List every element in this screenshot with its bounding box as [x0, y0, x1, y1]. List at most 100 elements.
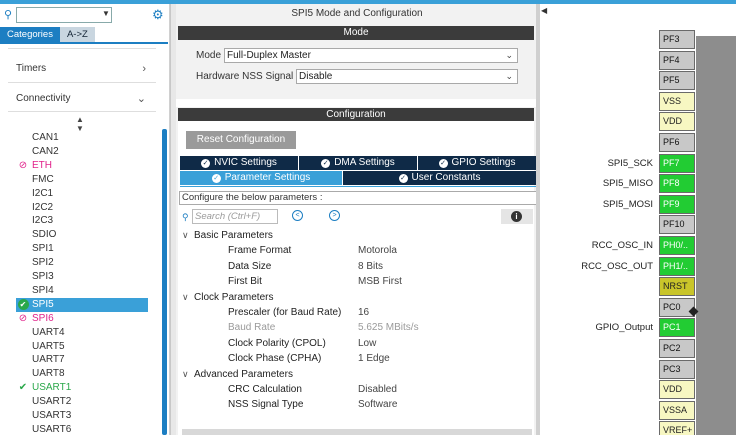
peripheral-label: SPI5 [32, 298, 54, 310]
tab-a-z[interactable]: A->Z [59, 27, 95, 42]
check-circle-icon: ✓ [438, 159, 448, 168]
category-label: Timers [16, 63, 47, 74]
tab-dma-settings[interactable]: ✓ DMA Settings [299, 156, 417, 170]
pin[interactable]: VDD [659, 112, 695, 132]
chevron-down-icon[interactable]: ∨ [182, 230, 194, 241]
parameter-value[interactable]: MSB First [358, 276, 402, 287]
peripheral-item[interactable]: UART4 [16, 326, 148, 340]
pin[interactable]: VSSA [659, 400, 695, 420]
peripheral-label: UART5 [32, 340, 65, 352]
tab-label: GPIO Settings [451, 157, 516, 168]
horizontal-scrollbar[interactable] [182, 429, 532, 435]
pin[interactable]: PF7 [659, 153, 695, 173]
tree-scrollbar[interactable] [162, 129, 167, 435]
peripheral-item[interactable]: SPI2 [16, 256, 148, 270]
peripheral-label: SPI3 [32, 271, 54, 282]
pin[interactable]: PF6 [659, 133, 695, 152]
pin[interactable]: PF10 [659, 215, 695, 235]
pin[interactable]: PF5 [659, 71, 695, 91]
tab-gpio-settings[interactable]: ✓ GPIO Settings [418, 156, 536, 170]
parameter-value[interactable]: 1 Edge [358, 353, 390, 364]
pin[interactable]: NRST [659, 277, 695, 297]
mode-select[interactable]: Full-Duplex Master ⌄ [224, 48, 518, 63]
peripheral-item[interactable]: SPI4 [16, 284, 148, 298]
parameter-group[interactable]: ∨ Advanced Parameters [182, 369, 293, 380]
parameter-search-input[interactable]: Search (Ctrl+F) [192, 209, 278, 224]
pin[interactable]: VSS [659, 91, 695, 111]
peripheral-item[interactable]: USART2 [16, 395, 148, 409]
tab-nvic-settings[interactable]: ✓ NVIC Settings [180, 156, 298, 170]
chevron-down-icon[interactable]: ∨ [182, 292, 194, 303]
peripheral-item[interactable]: CAN1 [16, 131, 148, 145]
search-icon[interactable]: ⚲ [4, 8, 16, 21]
tab-categories[interactable]: Categories [0, 27, 60, 42]
tab-user-constants[interactable]: ✓ User Constants [343, 171, 536, 185]
parameter-value[interactable]: Low [358, 338, 376, 349]
peripheral-item[interactable]: SPI1 [16, 242, 148, 256]
pin[interactable]: PC3 [659, 359, 695, 379]
nss-select[interactable]: Disable ⌄ [296, 69, 518, 84]
parameter-name: Clock Phase (CPHA) [228, 353, 322, 365]
peripheral-item[interactable]: ✔ SPI5 [16, 297, 148, 312]
gear-icon[interactable]: ⚙ [152, 7, 164, 23]
app-window: ⚲ ▼ ⚙ Categories A->Z Timers › Connectiv… [0, 0, 736, 435]
peripheral-label: SPI4 [32, 284, 54, 296]
parameter-value[interactable]: Software [358, 399, 397, 410]
pin[interactable]: VDD [659, 380, 695, 400]
peripheral-item[interactable]: I2C3 [16, 214, 148, 228]
parameter-group[interactable]: ∨ Clock Parameters [182, 292, 273, 303]
parameter-name: CRC Calculation [228, 384, 302, 395]
peripheral-item[interactable]: ⊘ ETH [16, 159, 148, 173]
pin[interactable]: PH1/.. [659, 256, 695, 276]
pin[interactable]: PF4 [659, 50, 695, 70]
pin[interactable]: PF9 [659, 194, 695, 214]
peripheral-item[interactable]: USART3 [16, 409, 148, 423]
parameter-value[interactable]: 8 Bits [358, 261, 383, 272]
parameter-value[interactable]: Motorola [358, 245, 397, 256]
next-match-icon[interactable]: > [329, 210, 340, 221]
peripheral-item[interactable]: I2C1 [16, 187, 148, 201]
collapse-arrow-icon[interactable]: ◀ [541, 6, 547, 15]
peripheral-item[interactable]: I2C2 [16, 201, 148, 215]
parameter-name: Baud Rate [228, 322, 276, 334]
peripheral-item[interactable]: UART5 [16, 340, 148, 354]
peripheral-item[interactable]: UART7 [16, 353, 148, 367]
conflict-icon: ⊘ [18, 159, 28, 171]
peripheral-item[interactable]: USART6 [16, 423, 148, 435]
peripheral-item[interactable]: CAN2 [16, 145, 148, 159]
tab-parameter-settings[interactable]: ✓ Parameter Settings [180, 171, 342, 185]
peripheral-label: SPI1 [32, 243, 54, 255]
chevron-right-icon: › [142, 63, 146, 75]
search-icon: ⚲ [182, 212, 189, 222]
peripheral-item[interactable]: FMC [16, 173, 148, 187]
tree-search-input[interactable] [16, 7, 112, 23]
category-timers[interactable]: Timers › [0, 58, 160, 80]
mode-label: Mode [196, 50, 222, 61]
parameter-name: Frame Format [228, 245, 292, 257]
pin[interactable]: PH0/.. [659, 236, 695, 255]
peripheral-item[interactable]: ⊘ SPI6 [16, 312, 148, 326]
category-connectivity[interactable]: Connectivity ⌄ [0, 88, 160, 110]
peripheral-item[interactable]: SDIO [16, 228, 148, 242]
pin[interactable]: PF3 [659, 30, 695, 49]
pin[interactable]: PC0 [659, 297, 695, 317]
parameter-group[interactable]: ∨ Basic Parameters [182, 230, 273, 241]
parameter-value[interactable]: Disabled [358, 384, 397, 395]
previous-match-icon[interactable]: < [292, 210, 303, 221]
chevron-down-icon: ⌄ [136, 93, 146, 105]
reset-configuration-button[interactable]: Reset Configuration [186, 131, 296, 149]
panel-title: SPI5 Mode and Configuration [291, 8, 423, 19]
peripheral-item[interactable]: UART8 [16, 367, 148, 381]
parameter-name: Clock Polarity (CPOL) [228, 337, 326, 349]
info-button[interactable]: i [501, 209, 533, 224]
pin[interactable]: PC1 [659, 318, 695, 338]
chevron-down-icon[interactable]: ∨ [182, 369, 194, 380]
parameter-value[interactable]: 16 [358, 307, 369, 318]
peripheral-item[interactable]: SPI3 [16, 270, 148, 284]
group-label: Advanced Parameters [194, 368, 293, 380]
pin[interactable]: PC2 [659, 339, 695, 358]
peripheral-item[interactable]: ✔ USART1 [16, 381, 148, 395]
mode-header: Mode [178, 26, 534, 40]
pin[interactable]: PF8 [659, 174, 695, 194]
pin[interactable]: VREF+ [659, 421, 695, 435]
